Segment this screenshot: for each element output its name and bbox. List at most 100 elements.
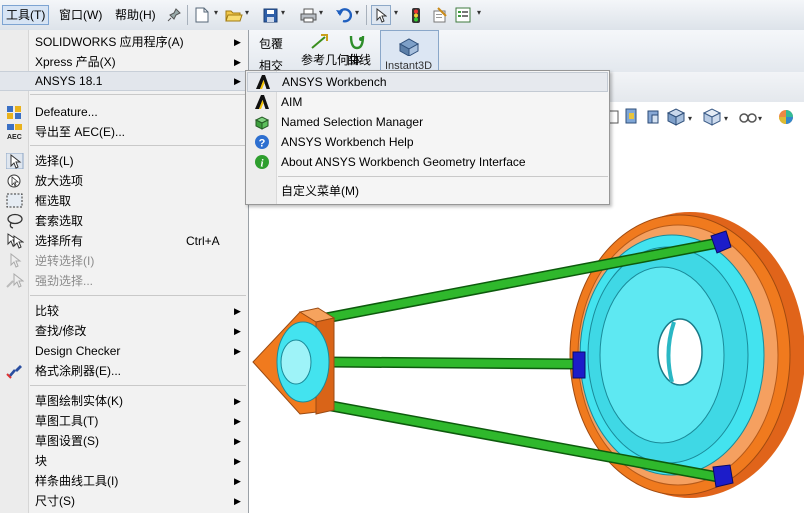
submenu-item-about-geometry-interface[interactable]: i About ANSYS Workbench Geometry Interfa… (247, 152, 608, 172)
menu-item-blocks[interactable]: 块 ▶ (0, 451, 247, 471)
menu-window[interactable]: 窗口(W) (56, 6, 105, 24)
menu-item-label: 选择所有 (35, 234, 84, 248)
menu-item-invert-select[interactable]: 逆转选择(I) (0, 251, 247, 271)
menu-item-sketch-settings[interactable]: 草图设置(S) ▶ (0, 431, 247, 451)
submenu-arrow-icon: ▶ (234, 476, 241, 486)
menu-item-solidworks-applications[interactable]: SOLIDWORKS 应用程序(A) ▶ (0, 32, 247, 52)
select-arrow-icon (6, 153, 24, 169)
ribbon-tab-strip (610, 72, 804, 102)
submenu-item-customize-menu[interactable]: 自定义菜单(M) (247, 181, 608, 201)
power-select-icon (6, 273, 24, 288)
menu-item-label: 块 (35, 454, 48, 468)
menu-item-spline-tools[interactable]: 样条曲线工具(I) ▶ (0, 471, 247, 491)
open-dropdown-arrow[interactable]: ▾ (245, 8, 249, 17)
print-icon[interactable] (298, 5, 318, 25)
belt-middle[interactable] (320, 356, 584, 370)
menu-item-xpress-products[interactable]: Xpress 产品(X) ▶ (0, 52, 247, 72)
belt-clip-middle[interactable] (572, 351, 586, 379)
submenu-item-ansys-workbench[interactable]: ANSYS Workbench (247, 72, 608, 92)
pin-icon[interactable] (164, 5, 184, 25)
menu-separator (30, 385, 246, 386)
traffic-light-icon[interactable] (406, 5, 426, 25)
submenu-arrow-icon: ▶ (234, 306, 241, 316)
submenu-arrow-icon: ▶ (234, 76, 241, 86)
tools-dropdown-menu: SOLIDWORKS 应用程序(A) ▶ Xpress 产品(X) ▶ ANSY… (0, 30, 249, 513)
menu-item-label: 格式涂刷器(E)... (35, 364, 121, 378)
hide-show-items-icon[interactable] (739, 113, 757, 123)
menu-bar: 工具(T) 窗口(W) 帮助(H) ▾ ▾ ▾ ▾ ▾ ▾ ▾ (0, 0, 804, 31)
menu-item-select[interactable]: 选择(L) (0, 151, 247, 171)
menu-item-lasso-select[interactable]: 套索选取 (0, 211, 247, 231)
instant3d-icon (398, 38, 420, 56)
magnify-select-icon (7, 174, 21, 188)
save-icon[interactable] (260, 5, 280, 25)
open-folder-icon[interactable] (224, 5, 244, 25)
curves-icon[interactable] (348, 33, 366, 51)
menu-item-format-painter[interactable]: 格式涂刷器(E)... (0, 361, 247, 381)
menu-item-defeature[interactable]: Defeature... (0, 102, 247, 122)
curves-label[interactable]: 曲线 (347, 51, 371, 68)
appearance-icon[interactable] (779, 110, 793, 124)
submenu-item-named-selection-manager[interactable]: Named Selection Manager (247, 112, 608, 132)
submenu-arrow-icon: ▶ (234, 396, 241, 406)
menu-item-label: 比较 (35, 304, 60, 318)
menu-tools[interactable]: 工具(T) (2, 5, 50, 25)
menu-item-power-select[interactable]: 强劲选择... (0, 271, 247, 291)
menu-help[interactable]: 帮助(H) (112, 6, 159, 24)
menu-item-label: ANSYS 18.1 (35, 74, 103, 88)
menu-item-label: 草图工具(T) (35, 414, 99, 428)
command-manager-ribbon: 包覆 相交 参考几何体 曲线 (245, 30, 804, 73)
new-dropdown-arrow[interactable]: ▾ (214, 8, 218, 17)
menu-item-design-checker[interactable]: Design Checker ▶ (0, 341, 247, 361)
undo-icon[interactable] (333, 5, 353, 25)
box-select-icon (6, 193, 23, 208)
format-painter-icon (6, 365, 22, 379)
menu-item-label: Xpress 产品(X) (35, 55, 116, 69)
instant3d-button[interactable]: Instant3D (380, 30, 439, 72)
submenu-item-label: ANSYS Workbench Help (281, 135, 414, 149)
select-all-icon (7, 233, 24, 249)
menu-item-label: 逆转选择(I) (35, 254, 95, 268)
wrap-label[interactable]: 包覆 (259, 35, 283, 52)
reference-geometry-icon[interactable] (309, 33, 329, 51)
save-dropdown-arrow[interactable]: ▾ (281, 8, 285, 17)
svg-text:▾: ▾ (758, 114, 762, 123)
section-view-icon[interactable] (625, 108, 637, 124)
options-icon[interactable] (430, 5, 450, 25)
toolbar-separator (187, 5, 188, 25)
select-dropdown-arrow[interactable]: ▾ (394, 8, 398, 17)
submenu-arrow-icon: ▶ (234, 326, 241, 336)
menu-item-export-aec[interactable]: AEC 导出至 AEC(E)... (0, 122, 247, 142)
submenu-item-aim[interactable]: AIM (247, 92, 608, 112)
menu-item-shortcut: Ctrl+A (186, 234, 220, 248)
menu-item-dimensions[interactable]: 尺寸(S) ▶ (0, 491, 247, 511)
svg-text:?: ? (259, 138, 266, 150)
belt-clip-bottom[interactable] (712, 464, 734, 488)
submenu-item-workbench-help[interactable]: ? ANSYS Workbench Help (247, 132, 608, 152)
menu-item-ansys[interactable]: ANSYS 18.1 ▶ (0, 71, 247, 91)
file-properties-icon[interactable] (453, 5, 473, 25)
svg-text:AEC: AEC (7, 134, 22, 140)
menu-item-sketch-tools[interactable]: 草图工具(T) ▶ (0, 411, 247, 431)
display-style-icon[interactable] (702, 108, 722, 126)
menu-item-magnify-select[interactable]: 放大选项 (0, 171, 247, 191)
print-dropdown-arrow[interactable]: ▾ (319, 8, 323, 17)
menu-item-select-all[interactable]: 选择所有 Ctrl+A (0, 231, 247, 251)
previous-view-icon[interactable] (647, 110, 659, 124)
defeature-icon (7, 106, 21, 119)
select-pointer-icon[interactable] (371, 5, 391, 25)
model-viewport[interactable] (249, 206, 804, 513)
view-orientation-icon[interactable] (666, 108, 686, 126)
menu-item-compare[interactable]: 比较 ▶ (0, 301, 247, 321)
properties-dropdown-arrow[interactable]: ▾ (477, 8, 481, 17)
submenu-item-label: 自定义菜单(M) (281, 184, 359, 198)
heads-up-view-toolbar: ▾ ▾ ▾ (600, 105, 804, 133)
menu-item-find-modify[interactable]: 查找/修改 ▶ (0, 321, 247, 341)
menu-item-label: 样条曲线工具(I) (35, 474, 119, 488)
new-document-icon[interactable] (192, 5, 212, 25)
menu-item-sketch-entities[interactable]: 草图绘制实体(K) ▶ (0, 391, 247, 411)
undo-dropdown-arrow[interactable]: ▾ (355, 8, 359, 17)
small-pulley[interactable] (252, 307, 336, 415)
submenu-arrow-icon: ▶ (234, 496, 241, 506)
menu-item-box-select[interactable]: 框选取 (0, 191, 247, 211)
